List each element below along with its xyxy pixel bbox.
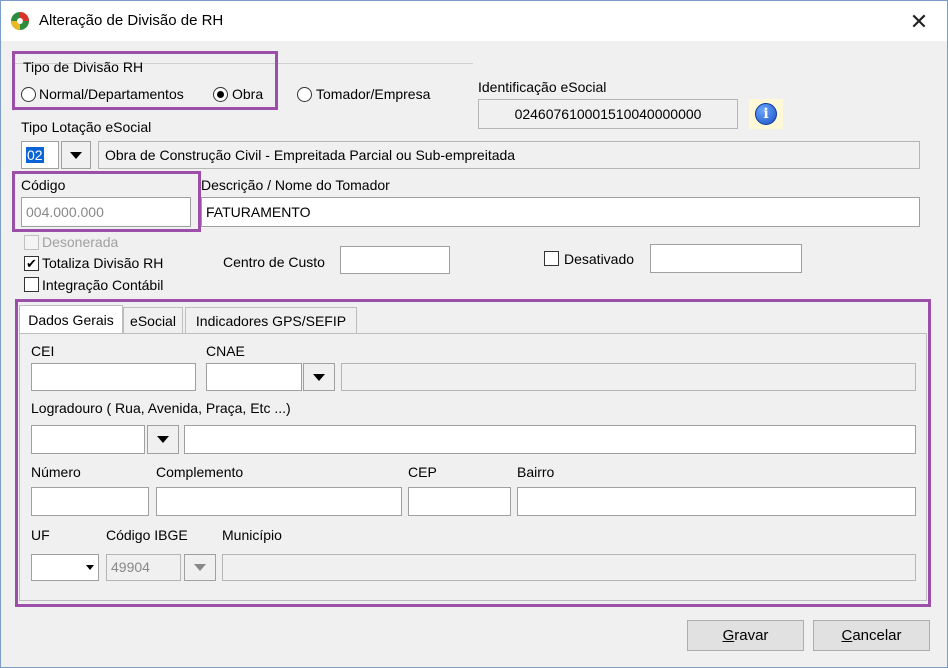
codigo-ibge-input: 49904 (106, 554, 181, 581)
cancelar-button[interactable]: Cancelar (813, 620, 930, 651)
app-globe-icon (11, 12, 29, 30)
esocial-id-label: Identificação eSocial (478, 79, 607, 95)
totaliza-label: Totaliza Divisão RH (42, 255, 164, 271)
codigo-ibge-label: Código IBGE (106, 527, 188, 543)
tipo-lotacao-dropdown-button[interactable] (61, 141, 91, 169)
chevron-down-icon (86, 565, 94, 570)
desativado-input[interactable] (650, 244, 802, 273)
integracao-label: Integração Contábil (42, 277, 164, 293)
complemento-input[interactable] (156, 487, 402, 516)
window-title: Alteração de Divisão de RH (39, 12, 224, 29)
descricao-input[interactable]: FATURAMENTO (201, 197, 920, 227)
logradouro-input[interactable] (184, 425, 916, 454)
info-button[interactable]: i (749, 99, 783, 129)
desonerada-checkbox[interactable] (24, 235, 39, 250)
desonerada-label: Desonerada (42, 234, 119, 250)
gravar-accel: G (722, 627, 735, 644)
checkmark-icon: ✔ (26, 256, 37, 271)
codigo-highlight (12, 171, 201, 232)
numero-label: Número (31, 464, 81, 480)
numero-input[interactable] (31, 487, 149, 516)
logradouro-label: Logradouro ( Rua, Avenida, Praça, Etc ..… (31, 400, 291, 416)
chevron-down-icon (157, 436, 169, 443)
chevron-down-icon (313, 373, 325, 381)
tipo-lotacao-description: Obra de Construção Civil - Empreitada Pa… (98, 141, 920, 169)
title-bar: Alteração de Divisão de RH ✕ (1, 1, 947, 41)
cancelar-label: ancelar (852, 627, 902, 644)
complemento-label: Complemento (156, 464, 244, 480)
cancelar-accel: C (841, 627, 853, 644)
gravar-label: ravar (734, 627, 769, 644)
municipio-label: Município (222, 527, 282, 543)
esocial-id-field: 024607610001510040000000 (478, 99, 738, 129)
codigo-ibge-dropdown-button[interactable] (184, 554, 216, 581)
info-icon: i (755, 103, 777, 125)
municipio-field (222, 554, 916, 581)
cep-label: CEP (408, 464, 437, 480)
cei-label: CEI (31, 343, 55, 359)
tipo-lotacao-code-value: 02 (26, 147, 44, 163)
centro-custo-label: Centro de Custo (223, 254, 325, 270)
tipo-lotacao-code-input[interactable]: 02 (21, 141, 59, 169)
radio-tomador[interactable] (297, 87, 312, 102)
chevron-down-icon (70, 151, 82, 159)
desativado-label: Desativado (564, 251, 635, 267)
logradouro-dropdown-button[interactable] (147, 425, 179, 454)
bairro-label: Bairro (517, 464, 555, 480)
integracao-checkbox[interactable] (24, 277, 39, 292)
tipo-divisao-highlight (12, 51, 278, 110)
gravar-button[interactable]: Gravar (687, 620, 804, 651)
cnae-description (341, 363, 916, 391)
close-button[interactable]: ✕ (899, 7, 939, 37)
tipo-lotacao-label: Tipo Lotação eSocial (21, 119, 152, 135)
cnae-input[interactable] (206, 363, 302, 391)
radio-tomador-label: Tomador/Empresa (316, 86, 431, 102)
close-icon: ✕ (909, 9, 929, 34)
desativado-checkbox[interactable] (544, 251, 559, 266)
descricao-label: Descrição / Nome do Tomador (201, 177, 390, 193)
chevron-down-icon (194, 564, 206, 571)
uf-label: UF (31, 527, 50, 543)
cei-input[interactable] (31, 363, 196, 391)
uf-dropdown-arrow[interactable] (83, 557, 97, 578)
cep-input[interactable] (408, 487, 511, 516)
totaliza-checkbox[interactable]: ✔ (24, 256, 39, 271)
logradouro-type-input[interactable] (31, 425, 145, 454)
centro-custo-input[interactable] (340, 246, 450, 274)
dialog-window: Alteração de Divisão de RH ✕ Tipo de Div… (0, 0, 948, 668)
bairro-input[interactable] (517, 487, 916, 516)
cnae-label: CNAE (206, 343, 245, 359)
cnae-dropdown-button[interactable] (303, 363, 335, 391)
